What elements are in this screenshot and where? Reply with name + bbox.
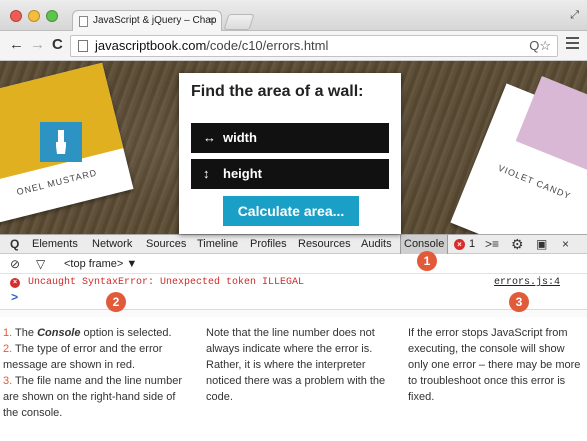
caption-3: 3. The file name and the line number are… — [3, 373, 183, 421]
address-bar[interactable]: javascriptbook.com/code/c10/errors.html … — [70, 35, 558, 57]
caption-text: The type of error and the error message … — [3, 343, 163, 371]
caption-text: The — [12, 327, 38, 339]
tab-network[interactable]: Network — [92, 238, 132, 250]
caption-number: 3. — [3, 375, 13, 387]
fullscreen-icon[interactable]: ⤢ — [570, 9, 579, 22]
caption-2: 2. The type of error and the error messa… — [3, 341, 183, 373]
caption-column-2: Note that the line number does not alway… — [206, 325, 386, 405]
area-calculator-panel: Find the area of a wall: ↔ width ↕ height … — [179, 73, 401, 234]
height-input[interactable]: ↕ height — [191, 159, 389, 189]
error-source-link[interactable]: errors.js:4 — [494, 277, 560, 288]
frame-selector[interactable]: <top frame> ▼ — [64, 258, 137, 270]
caption-number: 1. — [3, 327, 13, 339]
minimize-window-icon[interactable] — [28, 10, 40, 22]
caption-1: 1. The Console option is selected. — [3, 325, 183, 341]
chevron-down-icon: ▼ — [126, 258, 138, 270]
console-bottom-edge — [0, 309, 587, 317]
tab-elements[interactable]: Elements — [32, 238, 78, 250]
caption-text: The file name and the line number are sh… — [3, 375, 182, 419]
forward-button[interactable]: → — [30, 36, 45, 53]
url-text[interactable]: javascriptbook.com/code/c10/errors.html — [95, 38, 328, 53]
dock-icon[interactable]: ▣ — [536, 237, 547, 251]
horizontal-arrows-icon: ↔ — [203, 130, 216, 145]
filter-icon[interactable]: ▽ — [36, 257, 45, 271]
caption-note: Note that the line number does not alway… — [206, 327, 386, 403]
caption-note: If the error stops JavaScript from execu… — [408, 327, 581, 403]
frame-selector-label: <top frame> — [64, 258, 124, 270]
tab-title: JavaScript & jQuery – Chap — [93, 15, 217, 26]
close-window-icon[interactable] — [10, 10, 22, 22]
page-icon — [79, 16, 88, 27]
callout-1: 1 — [417, 251, 437, 271]
paint-swatch-violet: VIOLET CANDY — [450, 76, 587, 234]
tab-audits[interactable]: Audits — [361, 238, 392, 250]
caption-number: 2. — [3, 343, 13, 355]
console-output: × Uncaught SyntaxError: Unexpected token… — [0, 274, 587, 309]
paintbrush-icon — [40, 122, 82, 162]
back-button[interactable]: ← — [9, 36, 24, 53]
caption-text: option is selected. — [80, 327, 172, 339]
menu-icon[interactable] — [566, 37, 579, 52]
search-icon[interactable]: Q — [10, 237, 19, 251]
gear-icon[interactable]: ⚙ — [511, 236, 524, 253]
page-icon — [78, 40, 88, 52]
tab-close-icon[interactable]: × — [209, 11, 215, 31]
clear-console-icon[interactable]: ⊘ — [10, 257, 20, 271]
tab-timeline[interactable]: Timeline — [197, 238, 238, 250]
caption-column-1: 1. The Console option is selected. 2. Th… — [3, 325, 183, 421]
swatch-label: VIOLET CANDY — [496, 162, 573, 202]
error-message: Uncaught SyntaxError: Unexpected token I… — [28, 277, 305, 288]
drawer-icon[interactable]: >≡ — [485, 237, 499, 251]
width-input[interactable]: ↔ width — [191, 123, 389, 153]
console-toolbar: ⊘ ▽ <top frame> ▼ — [0, 254, 587, 274]
zoom-window-icon[interactable] — [46, 10, 58, 22]
console-prompt[interactable]: > — [11, 291, 18, 305]
callout-2: 2 — [106, 292, 126, 312]
error-icon[interactable]: × — [454, 239, 465, 250]
tab-profiles[interactable]: Profiles — [250, 238, 287, 250]
vertical-arrows-icon: ↕ — [203, 166, 210, 181]
caption-emphasis: Console — [37, 327, 81, 339]
tab-sources[interactable]: Sources — [146, 238, 186, 250]
height-label: height — [223, 166, 262, 181]
url-path: /code/c10/errors.html — [206, 38, 329, 53]
zoom-and-bookmark-icons[interactable]: Q☆ — [529, 38, 551, 54]
browser-tab[interactable]: JavaScript & jQuery – Chap × — [72, 10, 222, 32]
calculator-heading: Find the area of a wall: — [191, 83, 364, 100]
tab-resources[interactable]: Resources — [298, 238, 351, 250]
callout-3: 3 — [509, 292, 529, 312]
reload-button[interactable]: C — [52, 36, 63, 53]
page: JavaScript & jQuery – Chap × ⤢ ← → C jav… — [0, 0, 587, 441]
caption-column-3: If the error stops JavaScript from execu… — [408, 325, 586, 405]
error-icon: × — [10, 278, 20, 288]
width-label: width — [223, 130, 257, 145]
window-titlebar: JavaScript & jQuery – Chap × ⤢ — [0, 0, 587, 32]
error-count[interactable]: 1 — [469, 238, 475, 250]
calculate-area-button[interactable]: Calculate area... — [223, 196, 359, 226]
navigation-bar: ← → C javascriptbook.com/code/c10/errors… — [0, 31, 587, 61]
close-icon[interactable]: × — [562, 237, 569, 251]
devtools-tabbar: Q Elements Network Sources Timeline Prof… — [0, 234, 587, 254]
new-tab-button[interactable] — [223, 14, 255, 30]
url-host: javascriptbook.com — [95, 38, 207, 53]
